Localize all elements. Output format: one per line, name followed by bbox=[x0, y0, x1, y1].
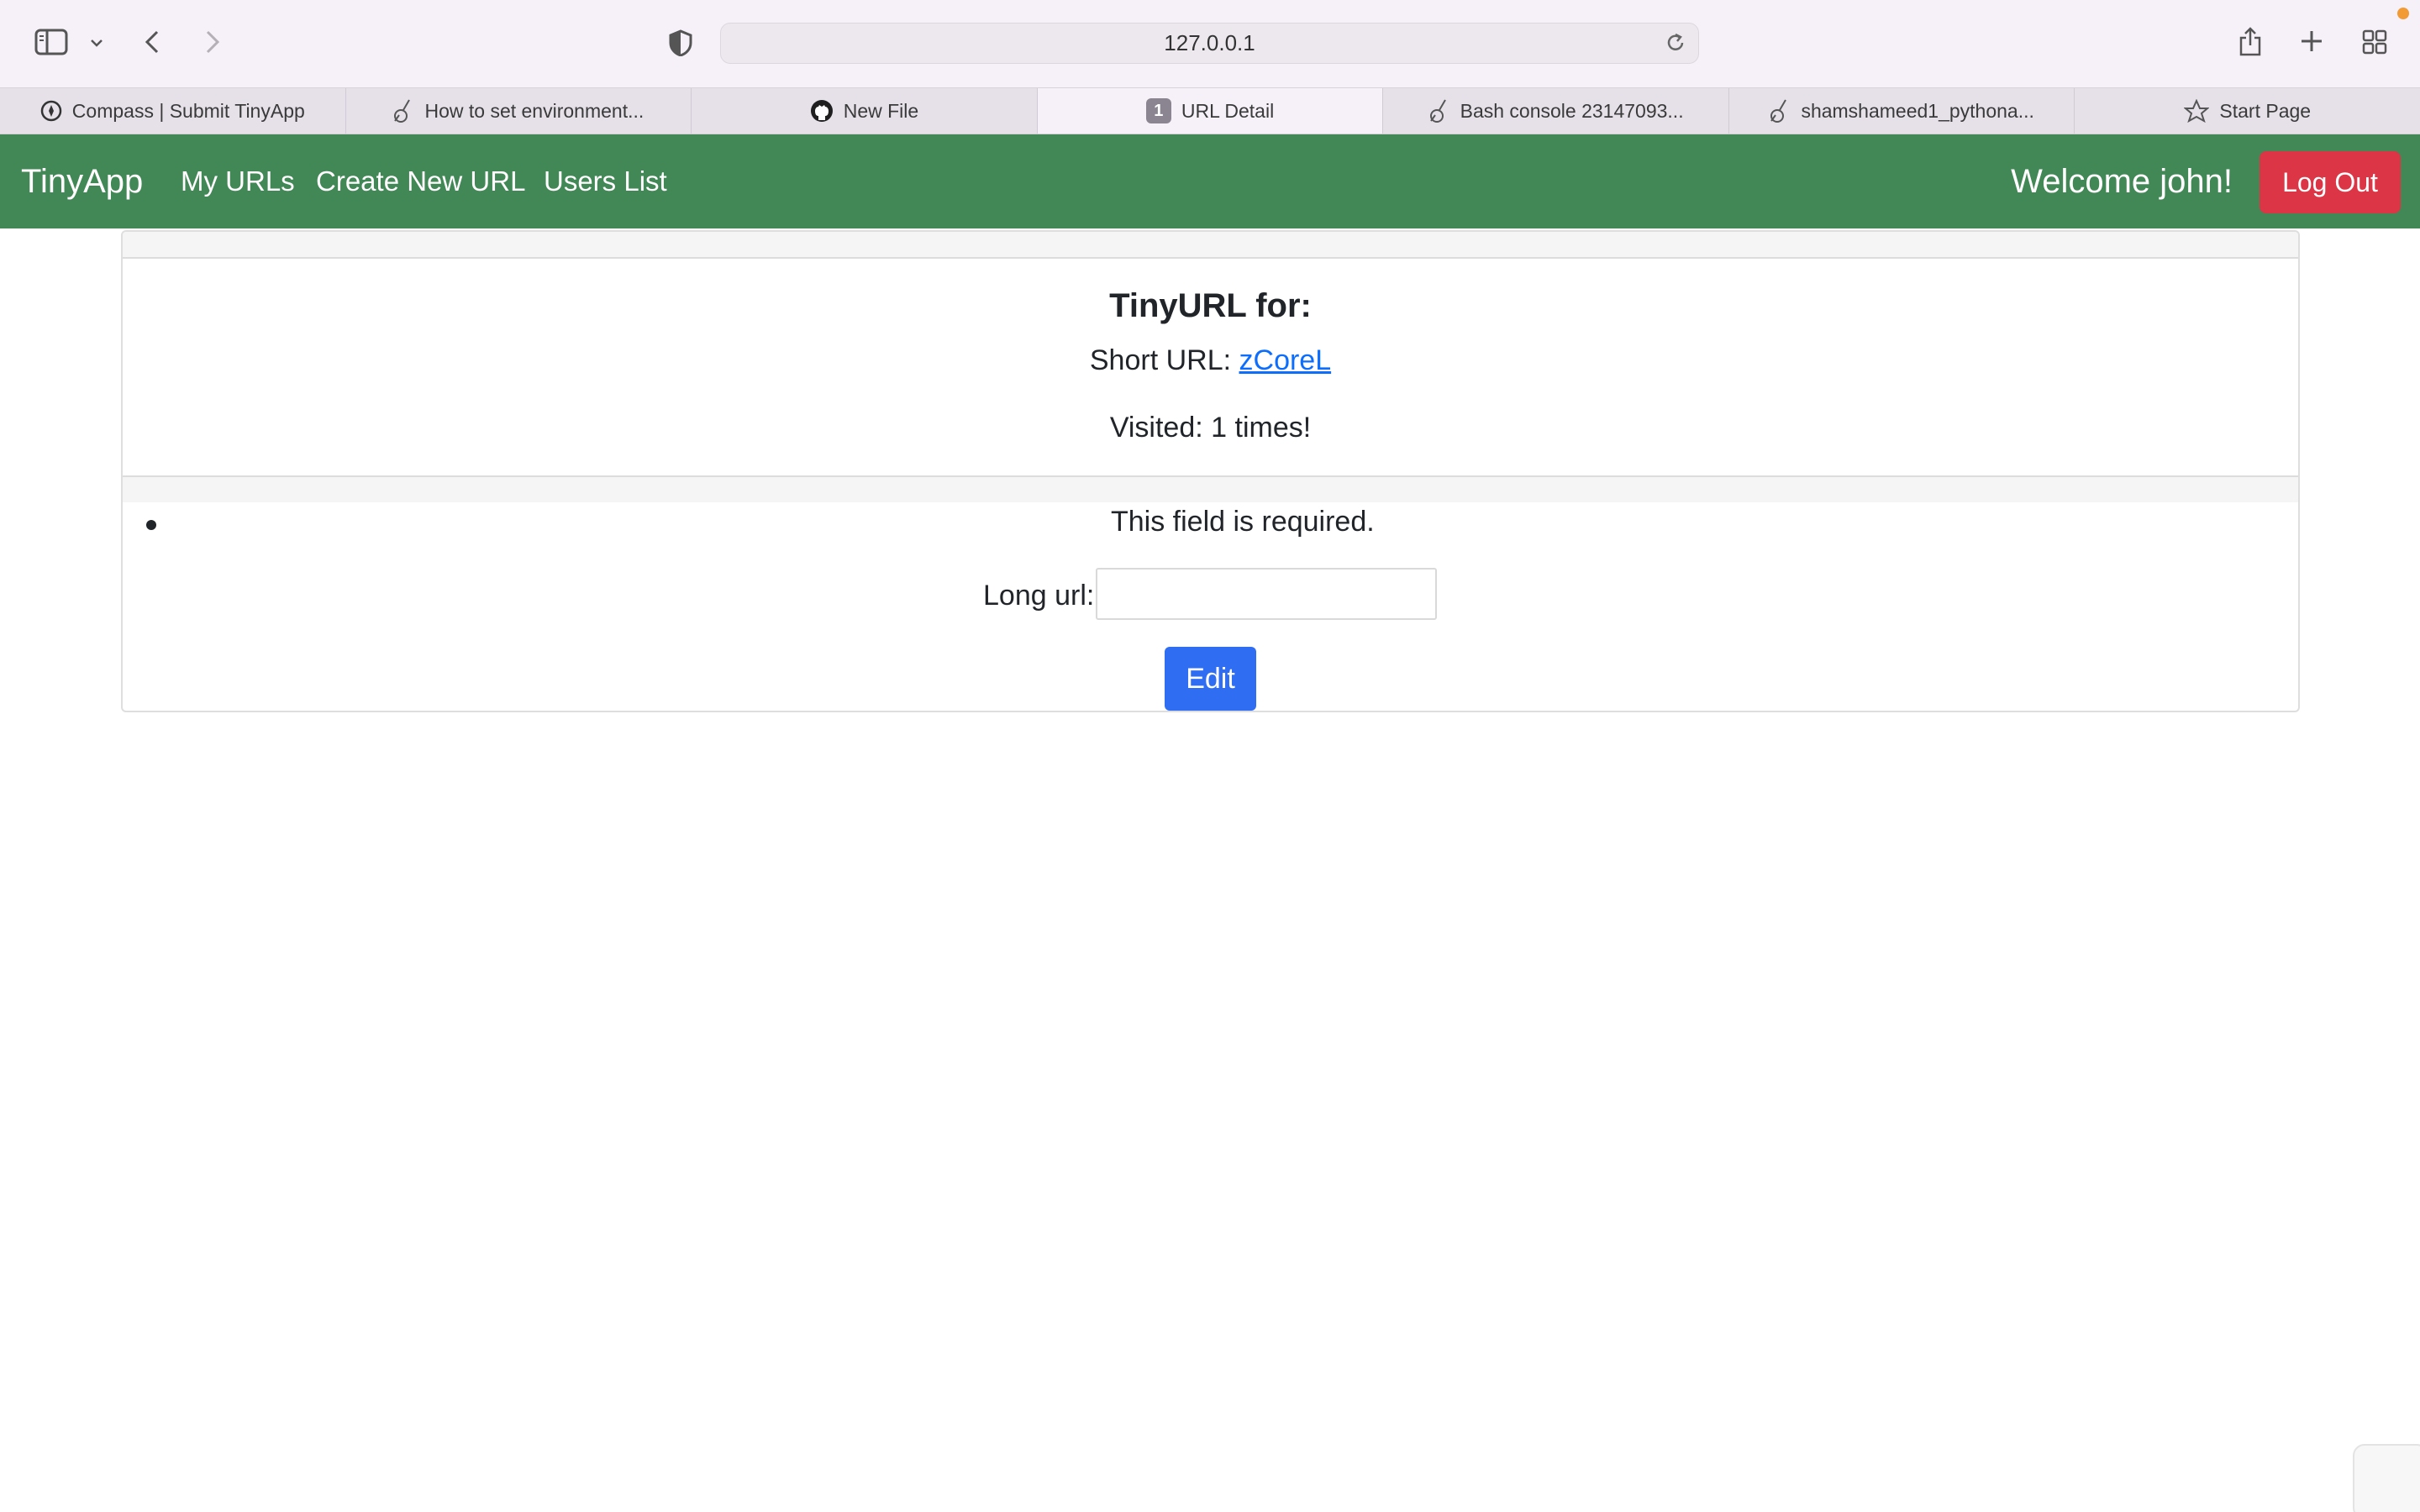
corner-widget[interactable] bbox=[2353, 1444, 2420, 1512]
notification-dot bbox=[2397, 8, 2409, 19]
card-header bbox=[123, 232, 2298, 259]
tab-bash-console[interactable]: Bash console 23147093... bbox=[1383, 88, 1729, 134]
tab-start-page[interactable]: Start Page bbox=[2075, 88, 2420, 134]
tab-label: Compass | Submit TinyApp bbox=[71, 99, 305, 122]
tab-label: shamshameed1_pythona... bbox=[1801, 99, 2034, 122]
guitar-icon bbox=[1428, 98, 1450, 123]
forward-icon[interactable] bbox=[202, 27, 224, 57]
edit-button[interactable]: Edit bbox=[1165, 647, 1256, 711]
nav-link-create-new-url[interactable]: Create New URL bbox=[316, 134, 525, 228]
brand-logo[interactable]: TinyApp bbox=[21, 134, 143, 228]
error-message: This field is required. bbox=[1111, 506, 1375, 538]
nav-link-users-list[interactable]: Users List bbox=[544, 134, 667, 228]
card-title: TinyURL for: bbox=[1109, 287, 1312, 324]
chevron-down-icon[interactable] bbox=[87, 34, 106, 52]
guitar-icon bbox=[392, 98, 414, 123]
tab-how-to-set-environment[interactable]: How to set environment... bbox=[346, 88, 692, 134]
short-url-label: Short URL: bbox=[1089, 344, 1232, 376]
short-url-row: Short URL: zCoreL bbox=[123, 344, 2298, 377]
tab-shamshameed1[interactable]: shamshameed1_pythona... bbox=[1729, 88, 2075, 134]
tab-new-file[interactable]: New File bbox=[692, 88, 1038, 134]
reload-icon[interactable] bbox=[1665, 32, 1686, 60]
star-icon bbox=[2184, 99, 2210, 123]
new-tab-icon[interactable] bbox=[2299, 29, 2324, 54]
compass-icon bbox=[40, 100, 62, 122]
address-bar[interactable]: 127.0.0.1 bbox=[720, 23, 1699, 64]
tab-label: Bash console 23147093... bbox=[1460, 99, 1684, 122]
visit-count: Visited: 1 times! bbox=[1109, 412, 1312, 444]
error-bullet bbox=[146, 520, 156, 530]
tab-label: New File bbox=[843, 99, 919, 122]
shield-icon[interactable] bbox=[667, 29, 694, 57]
long-url-label: Long url: bbox=[983, 580, 1095, 612]
logout-button[interactable]: Log Out bbox=[2260, 151, 2401, 213]
short-url-link[interactable]: zCoreL bbox=[1239, 344, 1332, 376]
github-icon bbox=[810, 99, 834, 123]
share-icon[interactable] bbox=[2237, 24, 2264, 59]
tab-label: Start Page bbox=[2219, 99, 2312, 122]
tab-overview-icon[interactable] bbox=[2361, 29, 2388, 55]
app-navbar: TinyApp My URLs Create New URL Users Lis… bbox=[0, 134, 2420, 228]
tab-number-badge: 1 bbox=[1145, 98, 1171, 123]
tab-compass[interactable]: Compass | Submit TinyApp bbox=[0, 88, 346, 134]
back-icon[interactable] bbox=[141, 27, 163, 57]
welcome-message: Welcome john! bbox=[2011, 162, 2233, 200]
long-url-input[interactable] bbox=[1096, 568, 1437, 620]
tab-bar: Compass | Submit TinyApp How to set envi… bbox=[0, 87, 2420, 134]
sidebar-toggle-icon[interactable] bbox=[34, 27, 69, 57]
browser-window: 127.0.0.1 Compass | Submit TinyApp How t… bbox=[0, 0, 2420, 1512]
url-detail-card: TinyURL for: Short URL: zCoreL Visited: … bbox=[121, 230, 2300, 712]
browser-toolbar: 127.0.0.1 bbox=[0, 0, 2420, 87]
tab-label: URL Detail bbox=[1181, 99, 1275, 122]
tab-label: How to set environment... bbox=[424, 99, 644, 122]
tab-url-detail[interactable]: 1 URL Detail bbox=[1037, 88, 1384, 134]
card-divider bbox=[123, 475, 2298, 502]
nav-link-my-urls[interactable]: My URLs bbox=[181, 134, 295, 228]
guitar-icon bbox=[1769, 98, 1791, 123]
address-text: 127.0.0.1 bbox=[1164, 30, 1255, 55]
